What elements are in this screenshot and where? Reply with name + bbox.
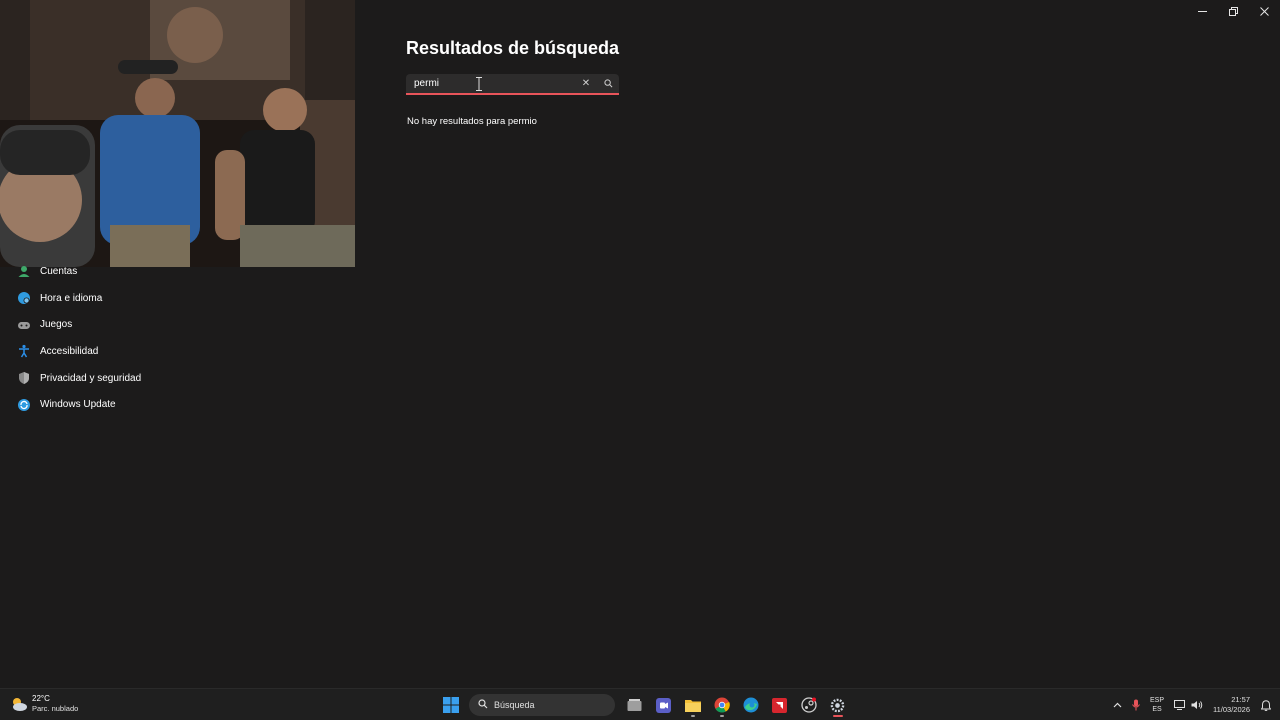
gamepad-icon — [16, 317, 31, 332]
search-input[interactable] — [406, 74, 575, 93]
windows-update-icon — [16, 397, 31, 412]
sidebar-item-juegos[interactable]: Juegos — [8, 311, 348, 338]
system-tray: ESP ES 21:57 11/03/2026 — [1108, 689, 1280, 720]
sidebar-item-hora-idioma[interactable]: Hora e idioma — [8, 285, 348, 312]
steam-icon — [800, 697, 817, 713]
teams-icon — [656, 697, 671, 713]
sidebar-item-cuentas[interactable]: Cuentas — [8, 258, 348, 285]
lang-top: ESP — [1150, 697, 1165, 704]
taskbar-search-label: Búsqueda — [494, 700, 535, 710]
close-button[interactable] — [1249, 0, 1280, 22]
sidebar-item-label: Accesibilidad — [40, 345, 99, 357]
accounts-icon — [16, 264, 31, 279]
file-explorer-button[interactable] — [678, 692, 707, 718]
no-results-message: No hay resultados para permio — [407, 116, 537, 127]
volume-icon — [1191, 701, 1203, 709]
microphone-button[interactable] — [1127, 689, 1145, 720]
running-indicator — [719, 715, 724, 717]
notifications-button[interactable] — [1256, 689, 1280, 720]
time-language-icon — [16, 291, 31, 306]
page-title: Resultados de búsqueda — [406, 38, 620, 58]
sidebar-item-windows-update[interactable]: Windows Update — [8, 391, 348, 418]
weather-desc: Parc. nublado — [32, 704, 79, 713]
teams-button[interactable] — [649, 692, 678, 718]
quick-settings-button[interactable] — [1169, 689, 1208, 720]
taskbar-apps: Búsqueda — [436, 692, 852, 718]
tray-overflow-button[interactable] — [1108, 689, 1127, 720]
text-cursor-icon — [476, 77, 482, 91]
settings-button[interactable] — [823, 692, 852, 718]
task-view-icon — [627, 698, 642, 711]
chevron-up-icon — [1113, 702, 1122, 708]
clock-time: 21:57 — [1231, 695, 1250, 704]
close-window-icon — [1260, 6, 1269, 16]
amd-button[interactable] — [765, 692, 794, 718]
chrome-button[interactable] — [707, 692, 736, 718]
search-icon[interactable] — [597, 74, 619, 93]
steam-button[interactable] — [794, 692, 823, 718]
input-language-button[interactable]: ESP ES — [1145, 689, 1169, 720]
sidebar-nav: Cuentas Hora e idioma Juegos Accesibilid… — [8, 258, 348, 418]
lang-bottom: ES — [1152, 706, 1162, 713]
minimize-icon — [1198, 10, 1207, 12]
edge-button[interactable] — [736, 692, 765, 718]
file-explorer-icon — [684, 700, 701, 712]
microphone-icon — [1132, 699, 1140, 711]
shield-icon — [16, 371, 31, 386]
chrome-icon — [714, 697, 730, 713]
windows-start-icon — [442, 697, 459, 713]
weather-widget[interactable]: 22°C Parc. nublado — [10, 694, 78, 714]
sidebar-item-label: Privacidad y seguridad — [40, 372, 142, 384]
sidebar-item-accesibilidad[interactable]: Accesibilidad — [8, 338, 348, 365]
sidebar-item-label: Windows Update — [40, 399, 116, 411]
accessibility-icon — [16, 344, 31, 359]
webcam-image — [0, 0, 355, 267]
clock-button[interactable]: 21:57 11/03/2026 — [1208, 689, 1256, 720]
settings-search-box[interactable]: ✕ — [406, 74, 619, 95]
sidebar-item-label: Hora e idioma — [40, 292, 103, 304]
network-icon — [1174, 700, 1186, 710]
edge-icon — [743, 697, 758, 713]
settings-icon — [830, 698, 845, 712]
weather-temp: 22°C — [32, 694, 50, 703]
close-icon[interactable]: ✕ — [575, 74, 597, 93]
bell-icon — [1261, 699, 1271, 711]
clock-date: 11/03/2026 — [1213, 705, 1250, 714]
running-indicator — [690, 715, 695, 717]
start-button[interactable] — [436, 692, 465, 718]
sidebar-item-label: Cuentas — [40, 265, 78, 277]
screen: Cuentas Hora e idioma Juegos Accesibilid… — [0, 0, 1280, 720]
active-indicator — [832, 715, 843, 717]
task-view-button[interactable] — [620, 692, 649, 718]
restore-button[interactable] — [1218, 0, 1249, 22]
minimize-button[interactable] — [1187, 0, 1218, 22]
amd-icon — [772, 697, 787, 713]
taskbar-search[interactable]: Búsqueda — [469, 694, 615, 716]
restore-icon — [1229, 6, 1238, 16]
webcam-overlay — [0, 0, 355, 267]
sidebar-item-label: Juegos — [40, 319, 73, 331]
weather-cloud-icon — [13, 698, 27, 711]
sidebar-item-privacidad[interactable]: Privacidad y seguridad — [8, 365, 348, 392]
taskbar: 22°C Parc. nublado Búsqueda ESP ES 21:57… — [0, 688, 1280, 720]
window-controls — [1187, 0, 1280, 22]
search-icon — [478, 699, 488, 711]
